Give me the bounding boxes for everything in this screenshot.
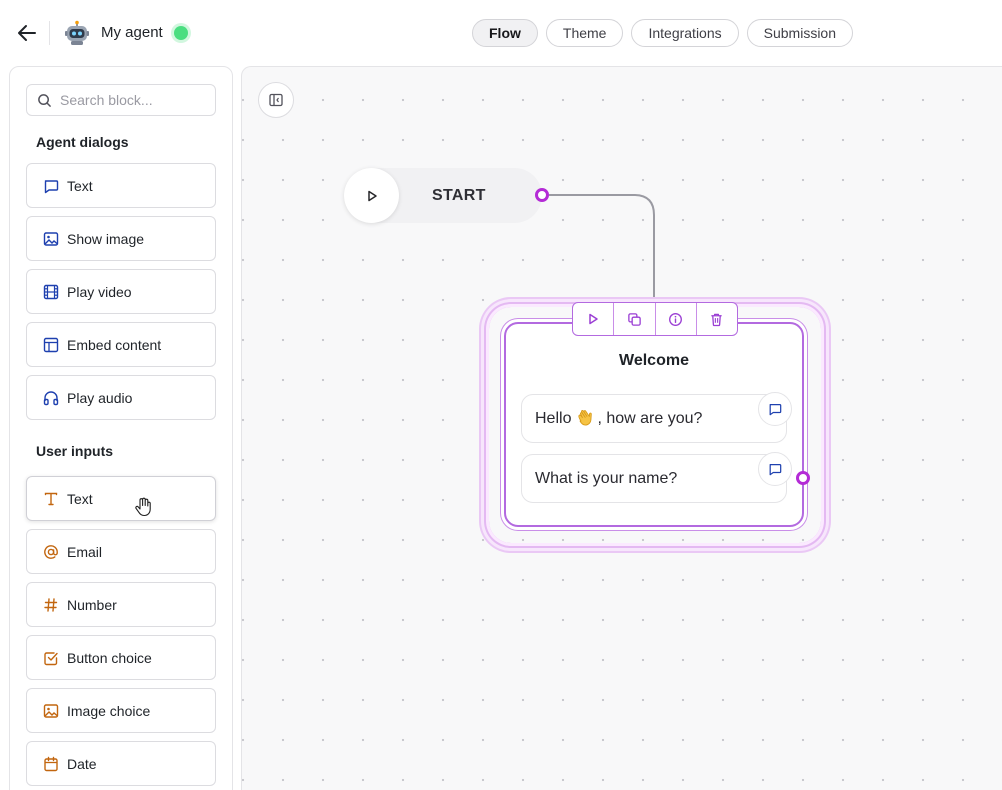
group-info-button[interactable] <box>656 303 697 335</box>
divider <box>49 21 50 45</box>
blocks-sidebar: Agent dialogs Text Show image Play video… <box>9 66 233 790</box>
block-label: Number <box>67 597 117 613</box>
search-icon <box>37 93 52 108</box>
block-label: Date <box>67 756 97 772</box>
start-label: START <box>432 187 486 205</box>
search-box[interactable] <box>26 84 216 116</box>
copy-icon <box>627 312 642 327</box>
info-icon <box>668 312 683 327</box>
waving-hand-icon <box>576 409 596 429</box>
calendar-icon <box>43 756 59 772</box>
tab-submission[interactable]: Submission <box>747 19 853 47</box>
message-text: What is your name? <box>535 470 677 488</box>
block-email-input[interactable]: Email <box>26 529 216 574</box>
agent-name[interactable]: My agent <box>101 24 163 41</box>
toggle-sidebar-button[interactable] <box>258 82 294 118</box>
hash-icon <box>43 597 59 613</box>
group-toolbar <box>572 302 738 336</box>
robot-avatar-icon <box>64 20 90 46</box>
block-date-input[interactable]: Date <box>26 741 216 786</box>
status-indicator <box>174 26 188 40</box>
back-button[interactable] <box>14 21 40 45</box>
arrow-left-icon <box>17 24 37 42</box>
chat-bubble-icon <box>43 178 59 194</box>
block-label: Email <box>67 544 102 560</box>
image-icon <box>43 231 59 247</box>
start-output-port[interactable] <box>535 188 549 202</box>
run-group-button[interactable] <box>573 303 614 335</box>
bubble-type-badge <box>758 452 792 486</box>
search-input[interactable] <box>60 92 200 108</box>
tab-integrations[interactable]: Integrations <box>631 19 738 47</box>
block-play-audio[interactable]: Play audio <box>26 375 216 420</box>
delete-group-button[interactable] <box>697 303 737 335</box>
at-icon <box>43 544 59 560</box>
play-icon <box>365 189 379 203</box>
message-text-end: , how are you? <box>597 410 702 428</box>
block-label: Show image <box>67 231 144 247</box>
block-label: Text <box>67 491 93 507</box>
block-text-bubble[interactable]: Text <box>26 163 216 208</box>
film-icon <box>43 284 59 300</box>
block-image-choice[interactable]: Image choice <box>26 688 216 733</box>
checkbox-icon <box>43 650 59 666</box>
duplicate-group-button[interactable] <box>614 303 655 335</box>
chat-bubble-icon <box>768 402 782 416</box>
group-output-port[interactable] <box>796 471 810 485</box>
section-title-agent-dialogs: Agent dialogs <box>36 134 129 150</box>
section-title-user-inputs: User inputs <box>36 443 113 459</box>
hand-cursor-icon <box>134 497 152 517</box>
block-label: Play video <box>67 284 132 300</box>
block-label: Text <box>67 178 93 194</box>
text-bubble-block-1[interactable]: Hello , how are you? <box>521 394 787 443</box>
block-play-video[interactable]: Play video <box>26 269 216 314</box>
text-icon <box>43 491 59 507</box>
start-play-button[interactable] <box>344 168 399 223</box>
block-label: Embed content <box>67 337 161 353</box>
group-node-welcome[interactable]: Welcome Hello , how are you? What is you… <box>504 322 804 527</box>
play-icon <box>586 312 600 326</box>
block-label: Button choice <box>67 650 152 666</box>
image-icon <box>43 703 59 719</box>
chat-bubble-icon <box>768 462 782 476</box>
trash-icon <box>709 312 724 327</box>
top-bar: My agent Flow Theme Integrations Submiss… <box>0 0 1002 66</box>
message-text-start: Hello <box>535 410 571 428</box>
block-button-choice[interactable]: Button choice <box>26 635 216 680</box>
tab-theme[interactable]: Theme <box>546 19 624 47</box>
group-title[interactable]: Welcome <box>506 352 802 370</box>
flow-canvas[interactable]: START Welcome Hello , how are you? What … <box>241 66 1002 790</box>
block-number-input[interactable]: Number <box>26 582 216 627</box>
start-node[interactable]: START <box>344 168 542 223</box>
block-show-image[interactable]: Show image <box>26 216 216 261</box>
layout-icon <box>43 337 59 353</box>
bubble-type-badge <box>758 392 792 426</box>
tab-bar: Flow Theme Integrations Submission <box>472 19 853 47</box>
text-bubble-block-2[interactable]: What is your name? <box>521 454 787 503</box>
block-label: Image choice <box>67 703 150 719</box>
block-label: Play audio <box>67 390 132 406</box>
tab-flow[interactable]: Flow <box>472 19 538 47</box>
block-text-input[interactable]: Text <box>26 476 216 521</box>
headphones-icon <box>43 390 59 406</box>
sidebar-collapse-icon <box>269 93 283 107</box>
block-embed-content[interactable]: Embed content <box>26 322 216 367</box>
